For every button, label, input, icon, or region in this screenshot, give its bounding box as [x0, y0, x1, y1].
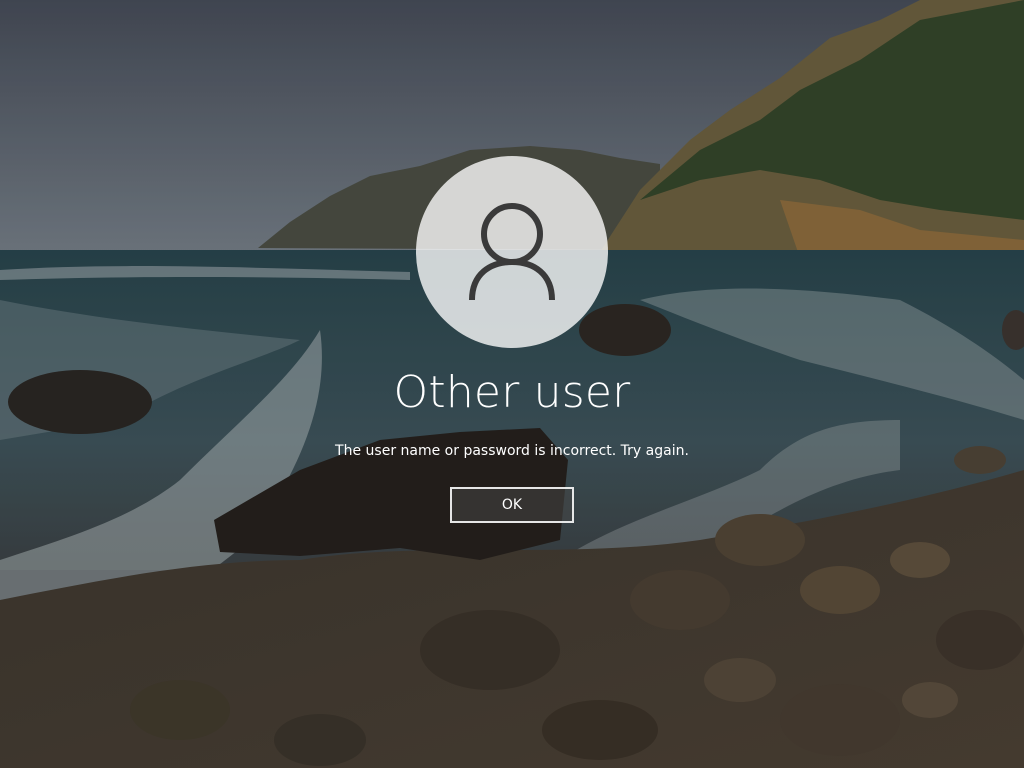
user-silhouette-icon	[469, 203, 555, 301]
error-message: The user name or password is incorrect. …	[335, 443, 689, 459]
user-name: Other user	[393, 367, 631, 418]
user-avatar	[416, 156, 608, 348]
lock-screen: Other user The user name or password is …	[0, 0, 1024, 768]
ok-button[interactable]: OK	[450, 487, 574, 523]
